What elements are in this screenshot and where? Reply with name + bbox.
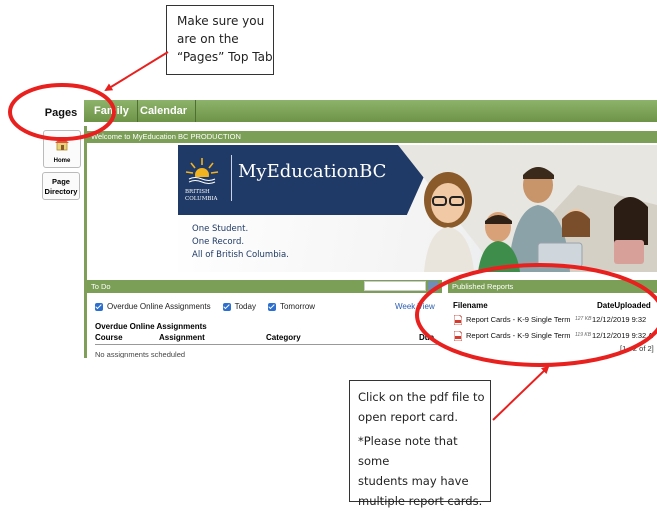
home-label: Home: [53, 158, 71, 164]
report-filename-link[interactable]: Report Cards - K-9 Single Term: [466, 315, 570, 324]
overdue-checkbox[interactable]: [95, 302, 103, 311]
pdf-file-icon[interactable]: [454, 315, 462, 325]
welcome-bar: Welcome to MyEducation BC PRODUCTION: [87, 131, 657, 143]
callout-report-card: Click on the pdf file to open report car…: [349, 380, 491, 508]
report-file-size: 119 KB: [575, 332, 592, 338]
callout-line: “Pages” Top Tab: [177, 50, 273, 64]
sidebar-divider: [84, 126, 87, 358]
bc-wordmark-line: BRITISH: [185, 189, 210, 195]
tomorrow-filter-label: Tomorrow: [279, 302, 316, 311]
column-date-uploaded[interactable]: DateUploaded: [597, 301, 651, 310]
students-photo-illustration: [398, 145, 657, 272]
reports-pager: [1 - 2 of 2]: [620, 344, 654, 353]
logo-divider: [231, 155, 232, 201]
report-row[interactable]: Report Cards - K-9 Single Term 127 KB 12…: [454, 314, 657, 326]
pdf-file-icon[interactable]: [454, 331, 462, 341]
tomorrow-checkbox[interactable]: [267, 302, 276, 311]
callout-line: are on the: [177, 32, 239, 46]
column-category[interactable]: Category: [266, 333, 301, 342]
column-course[interactable]: Course: [95, 333, 123, 342]
bc-sun-logo-icon: [185, 158, 219, 185]
bc-wordmark-line: COLUMBIA: [185, 196, 218, 202]
overdue-section-title: Overdue Online Assignments: [95, 322, 207, 331]
published-reports-header: Published Reports: [448, 280, 657, 293]
page-directory-label: Page: [52, 177, 70, 186]
tab-family[interactable]: Family: [86, 100, 138, 122]
overdue-filter-label: Overdue Online Assignments: [107, 302, 211, 311]
side-navigation: Pages Home Page Directory: [38, 100, 84, 358]
slogan-line: All of British Columbia.: [192, 250, 289, 260]
column-assignment[interactable]: Assignment: [159, 333, 205, 342]
welcome-banner: BRITISH COLUMBIA MyEducationBC One Stude…: [178, 145, 657, 272]
slogan-line: One Record.: [192, 237, 245, 247]
todo-divider: [95, 344, 437, 345]
today-filter-label: Today: [234, 302, 256, 311]
todo-search-button[interactable]: [428, 281, 438, 291]
tab-calendar[interactable]: Calendar: [132, 100, 197, 122]
product-name: MyEducationBC: [238, 161, 387, 182]
todo-search-input[interactable]: [364, 281, 426, 291]
callout-pages-tab: Make sure you are on the “Pages” Top Tab: [166, 5, 274, 75]
callout-line: Make sure you: [177, 14, 265, 28]
report-file-size: 127 KB: [575, 316, 592, 322]
page-directory-button[interactable]: Page Directory: [42, 172, 80, 200]
banner-photo: [378, 145, 657, 272]
week-view-link[interactable]: Week View: [395, 302, 435, 311]
bc-wordmark: BRITISH COLUMBIA: [185, 189, 218, 203]
slogan-line: One Student.: [192, 224, 249, 234]
top-tab-bar: Family Calendar: [84, 100, 657, 122]
todo-filters: Overdue Online Assignments Today Tomorro…: [95, 302, 315, 311]
callout-line: students may have: [358, 474, 469, 488]
report-callout-arrow: [492, 365, 550, 421]
page-directory-label: Directory: [44, 187, 78, 196]
column-filename[interactable]: Filename: [453, 301, 488, 310]
callout-line: Click on the pdf file to: [358, 390, 485, 404]
empty-assignments-text: No assignments scheduled: [95, 350, 186, 358]
todo-column-headers: Course Assignment Category Due: [95, 333, 437, 343]
today-checkbox[interactable]: [222, 302, 231, 311]
report-row[interactable]: Report Cards - K-9 Single Term 119 KB 12…: [454, 330, 657, 342]
home-icon: [55, 137, 69, 151]
report-date: 12/12/2019 9:32: [592, 315, 647, 324]
tab-pages[interactable]: Pages: [38, 100, 84, 126]
callout-line: open report card.: [358, 410, 458, 424]
pages-callout-arrow: [104, 51, 169, 92]
column-due[interactable]: Due: [419, 333, 434, 342]
callout-line: multiple report cards.: [358, 494, 483, 508]
banner-slogan: One Student. One Record. All of British …: [192, 223, 289, 262]
report-filename-link[interactable]: Report Cards - K-9 Single Term: [466, 331, 570, 340]
myeducationbc-portal: Pages Home Page Directory Family Calenda…: [38, 100, 657, 358]
callout-line: *Please note that some: [358, 434, 458, 468]
report-date: 12/12/2019 9:32 A: [592, 331, 653, 340]
home-nav-button[interactable]: Home: [43, 130, 81, 168]
